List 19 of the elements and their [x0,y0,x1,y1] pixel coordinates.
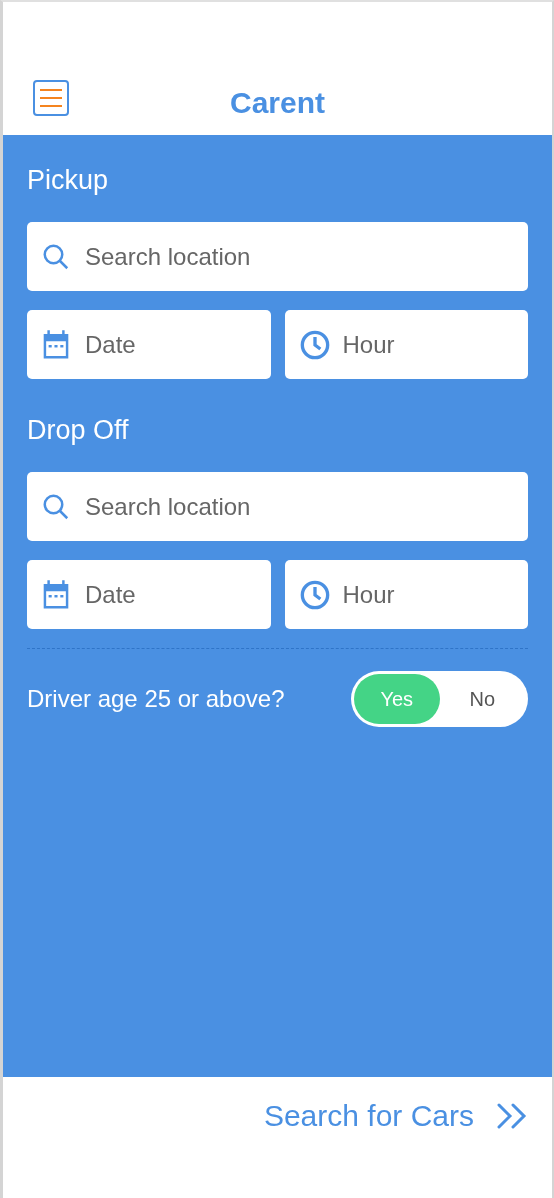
clock-icon [298,578,331,611]
app-title: Carent [230,86,325,120]
section-title: Pickup [27,165,109,196]
toggle-option[interactable]: Yes [354,674,440,724]
menu-button[interactable] [33,79,69,116]
age-question: Driver age 25 or above? [27,685,285,713]
toggle-option[interactable]: No [439,674,525,724]
calendar-icon [41,578,71,611]
section-title: Drop Off [27,415,129,446]
hour-field[interactable]: Hour [284,560,528,629]
calendar-icon [41,328,71,361]
location-field[interactable]: Search location [27,222,528,291]
search-cars-link[interactable]: Search for Cars [263,1099,528,1133]
double-chevron-icon [496,1102,528,1130]
date-field[interactable]: Date [27,560,271,629]
location-field[interactable]: Search location [27,472,528,541]
date-field[interactable]: Date [27,310,271,379]
hour-field[interactable]: Hour [284,310,528,379]
clock-icon [298,328,331,361]
